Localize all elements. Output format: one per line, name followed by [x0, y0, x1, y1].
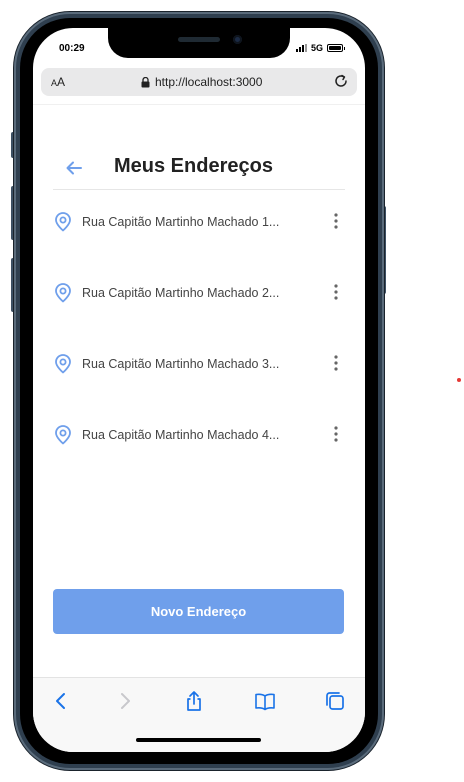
url-text: http://localhost:3000 — [155, 75, 263, 89]
status-time: 00:29 — [59, 43, 85, 54]
address-list: Rua Capitão Martinho Machado 1... Rua Ca… — [53, 209, 345, 493]
address-item[interactable]: Rua Capitão Martinho Machado 2... — [53, 280, 345, 351]
kebab-menu-icon[interactable] — [331, 354, 341, 372]
address-label: Rua Capitão Martinho Machado 3... — [82, 357, 280, 371]
page-header: Meus Endereços — [53, 149, 345, 190]
chevron-right-icon[interactable] — [114, 690, 136, 712]
map-pin-icon — [55, 354, 71, 374]
url-display[interactable]: http://localhost:3000 — [141, 75, 262, 89]
address-label: Rua Capitão Martinho Machado 1... — [82, 215, 280, 229]
battery-icon — [327, 44, 345, 52]
address-label: Rua Capitão Martinho Machado 2... — [82, 286, 280, 300]
marker-dot — [457, 378, 461, 382]
text-size-button[interactable]: AA — [51, 75, 65, 89]
text-size-large-label: A — [57, 75, 66, 89]
page-content: Meus Endereços Rua Capitão Martinho Mach… — [33, 104, 365, 677]
kebab-menu-icon[interactable] — [331, 425, 341, 443]
signal-icon — [295, 44, 307, 52]
reload-icon[interactable] — [333, 73, 349, 89]
share-icon[interactable] — [183, 690, 205, 712]
map-pin-icon — [55, 283, 71, 303]
page-title: Meus Endereços — [114, 155, 273, 177]
address-label: Rua Capitão Martinho Machado 4... — [82, 428, 280, 442]
lock-icon — [141, 76, 150, 87]
network-label: 5G — [310, 43, 323, 53]
home-indicator — [136, 738, 261, 742]
notch — [108, 28, 290, 58]
map-pin-icon — [55, 212, 71, 232]
browser-toolbar — [33, 677, 365, 752]
tabs-icon[interactable] — [324, 690, 346, 712]
status-indicators: 5G — [295, 43, 345, 53]
kebab-menu-icon[interactable] — [331, 212, 341, 230]
map-pin-icon — [55, 425, 71, 445]
speaker — [178, 37, 220, 42]
arrow-left-icon[interactable] — [63, 157, 85, 179]
address-bar[interactable]: AA http://localhost:3000 — [41, 68, 357, 96]
address-item[interactable]: Rua Capitão Martinho Machado 4... — [53, 422, 345, 493]
chevron-left-icon[interactable] — [50, 690, 72, 712]
book-icon[interactable] — [254, 690, 276, 712]
new-address-button[interactable]: Novo Endereço — [53, 589, 344, 634]
kebab-menu-icon[interactable] — [331, 283, 341, 301]
stage: 00:29 5G AA http://localhost:3000 Meus E… — [0, 0, 464, 782]
address-item[interactable]: Rua Capitão Martinho Machado 1... — [53, 209, 345, 280]
front-camera — [233, 35, 242, 44]
phone-screen: 00:29 5G AA http://localhost:3000 Meus E… — [33, 28, 365, 752]
address-item[interactable]: Rua Capitão Martinho Machado 3... — [53, 351, 345, 422]
